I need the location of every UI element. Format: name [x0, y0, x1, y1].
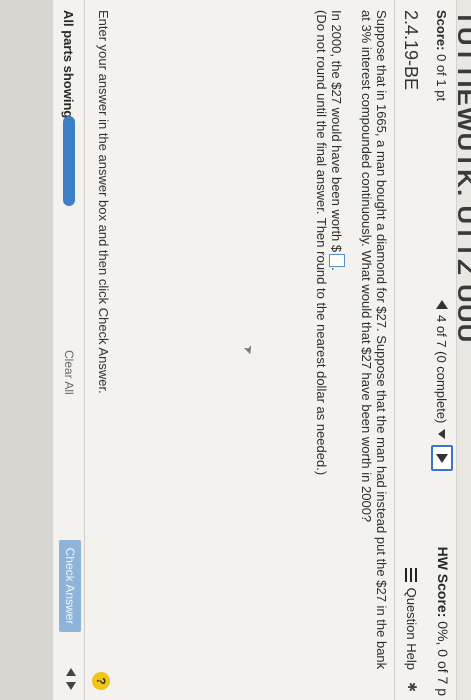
rounding-instruction: (Do not round until the final answer. Th…: [314, 10, 329, 476]
answer-input[interactable]: [329, 254, 345, 268]
mouse-cursor-icon: ➤: [240, 342, 258, 358]
previous-question-icon[interactable]: [436, 300, 448, 309]
question-navigator: 4 of 7 (0 complete): [431, 300, 453, 472]
help-icon[interactable]: ?: [92, 672, 110, 690]
question-progress: 4 of 7 (0 complete): [434, 315, 450, 424]
score-bar: Score: 0 of 1 pt 4 of 7 (0 complete) HW …: [427, 0, 457, 700]
score-value: 0 of 1 pt: [434, 54, 449, 102]
footer-strip: [0, 0, 53, 700]
answer-line: In 2000, the $27 would have been worth $…: [329, 10, 345, 680]
hw-score-label: HW Score:: [435, 546, 451, 618]
question-help-label: Question Help: [404, 587, 419, 670]
screen-photo: TUTTIEWUTK. UTTZ UUU Score: 0 of 1 pt 4 …: [0, 0, 471, 700]
next-arrow-icon: [436, 453, 448, 463]
question-id: 2.4.19-BE: [401, 10, 421, 91]
score-label: Score:: [434, 10, 449, 51]
question-dropdown-icon[interactable]: [438, 429, 446, 440]
next-question-button[interactable]: [431, 445, 453, 472]
answer-prefix: In 2000, the $27 would have been worth $: [329, 10, 344, 253]
check-answer-button[interactable]: Check Answer: [59, 540, 81, 632]
bottom-navigator: [66, 668, 76, 690]
homework-page: TUTTIEWUTK. UTTZ UUU Score: 0 of 1 pt 4 …: [0, 0, 471, 700]
answer-suffix: .: [329, 267, 344, 271]
parts-progress-bar: [63, 116, 75, 206]
parts-showing-label: All parts showing: [61, 10, 76, 119]
hw-score: HW Score: 0%, 0 of 7 p: [435, 547, 451, 696]
parts-progress-fill: [63, 116, 75, 206]
top-strip: TUTTIEWUTK. UTTZ UUU: [452, 0, 471, 700]
question-prompt: Suppose that in 1665, a man bought a dia…: [359, 10, 389, 670]
previous-arrow-icon[interactable]: [66, 668, 76, 676]
score: Score: 0 of 1 pt: [434, 10, 449, 101]
gear-icon[interactable]: ✱: [405, 682, 419, 692]
action-bar: All parts showing Clear All Check Answer…: [54, 0, 110, 700]
list-icon: [405, 567, 418, 582]
next-arrow-icon-bottom[interactable]: [66, 682, 76, 690]
question-bar: 2.4.19-BE Question Help ✱: [394, 0, 425, 700]
enter-answer-message: Enter your answer in the answer box and …: [96, 10, 111, 394]
question-help-button[interactable]: Question Help: [404, 567, 419, 670]
clear-all-button[interactable]: Clear All: [62, 350, 76, 395]
question-body: Suppose that in 1665, a man bought a dia…: [314, 10, 389, 680]
hw-score-value: 0%, 0 of 7 p: [435, 621, 451, 696]
